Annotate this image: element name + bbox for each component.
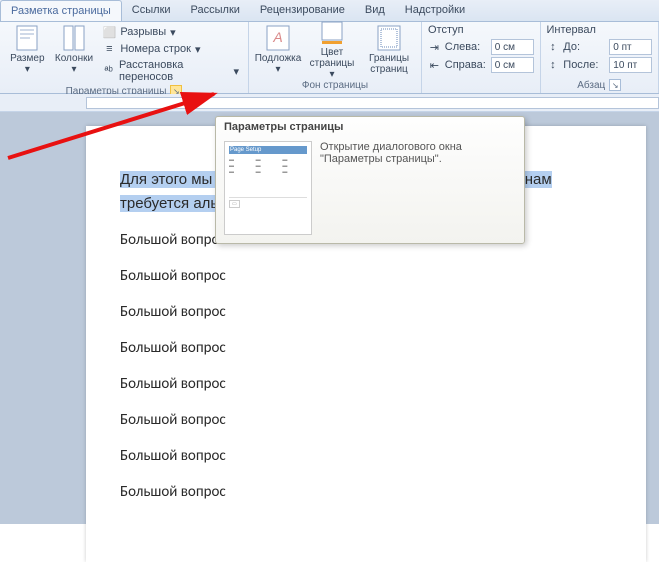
page-borders-label: Границы страниц xyxy=(365,53,413,75)
text-line[interactable]: Большой вопрос xyxy=(120,302,612,322)
paragraph-group-title: Абзац xyxy=(577,80,605,91)
breaks-button[interactable]: ⬜ Разрывы ▾ xyxy=(99,24,242,40)
line-numbers-button[interactable]: ≡ Номера строк ▾ xyxy=(99,41,242,57)
indent-left-input[interactable]: 0 см xyxy=(491,39,534,55)
indent-title: Отступ xyxy=(428,24,534,36)
size-icon xyxy=(11,25,43,51)
page-color-icon xyxy=(316,21,348,45)
page-color-button[interactable]: Цвет страницы ▾ xyxy=(305,24,359,76)
spacing-after-label: После: xyxy=(563,59,605,71)
columns-button[interactable]: Колонки▾ xyxy=(53,24,96,76)
spacing-before-label: До: xyxy=(563,41,605,53)
columns-icon xyxy=(58,25,90,51)
page-color-label: Цвет страницы xyxy=(310,47,355,69)
tab-addins[interactable]: Надстройки xyxy=(395,0,475,21)
text-line[interactable]: Большой вопрос xyxy=(120,266,612,286)
tab-page-layout[interactable]: Разметка страницы xyxy=(0,0,122,21)
hyphenation-icon: ªᵇ xyxy=(102,64,115,78)
text-line[interactable]: Большой вопрос xyxy=(120,338,612,358)
indent-left-label: Слева: xyxy=(445,41,487,53)
spacing-before-icon: ↕ xyxy=(547,40,560,54)
watermark-icon: A xyxy=(262,25,294,51)
watermark-label: Подложка xyxy=(255,53,302,64)
line-numbers-label: Номера строк xyxy=(120,43,191,55)
tab-references[interactable]: Ссылки xyxy=(122,0,181,21)
indent-right-label: Справа: xyxy=(445,59,487,71)
page-bg-group-title: Фон страницы xyxy=(302,80,368,91)
tab-view[interactable]: Вид xyxy=(355,0,395,21)
screentip-thumbnail: Page Setup ▬▬▬ ▬▬▬ ▬▬▬ ▭ xyxy=(224,141,312,235)
columns-label: Колонки xyxy=(55,53,93,64)
screentip-description: Открытие диалогового окна "Параметры стр… xyxy=(320,141,516,235)
group-spacing: Интервал ↕ До: 0 пт ↕ После: 10 пт Абзац… xyxy=(541,22,659,93)
spacing-after-icon: ↕ xyxy=(547,58,560,72)
horizontal-ruler[interactable] xyxy=(0,94,659,112)
indent-left-icon: ⇥ xyxy=(428,40,441,54)
text-line[interactable]: Большой вопрос xyxy=(120,410,612,430)
svg-text:A: A xyxy=(272,29,282,45)
size-button[interactable]: Размер▾ xyxy=(6,24,49,76)
spacing-before-input[interactable]: 0 пт xyxy=(609,39,652,55)
spacing-after-input[interactable]: 10 пт xyxy=(609,57,652,73)
watermark-button[interactable]: A Подложка▾ xyxy=(255,24,301,76)
group-indent: Отступ ⇥ Слева: 0 см ⇤ Справа: 0 см xyxy=(422,22,541,93)
paragraph-dialog-launcher[interactable]: ↘ xyxy=(609,79,621,91)
size-label: Размер xyxy=(10,53,44,64)
hyphenation-button[interactable]: ªᵇ Расстановка переносов ▾ xyxy=(99,58,242,84)
text-line[interactable]: Большой вопрос xyxy=(120,482,612,502)
text-line[interactable]: Большой вопрос xyxy=(120,374,612,394)
page-borders-button[interactable]: Границы страниц xyxy=(363,24,415,76)
tab-mailings[interactable]: Рассылки xyxy=(181,0,250,21)
group-page-background: A Подложка▾ Цвет страницы ▾ Границы стра… xyxy=(249,22,422,93)
line-numbers-icon: ≡ xyxy=(102,42,116,56)
tab-review[interactable]: Рецензирование xyxy=(250,0,355,21)
screentip-title: Параметры страницы xyxy=(216,117,524,135)
text-line[interactable]: Большой вопрос xyxy=(120,446,612,466)
ribbon-tabs: Разметка страницы Ссылки Рассылки Реценз… xyxy=(0,0,659,22)
ribbon: Размер▾ Колонки▾ ⬜ Разрывы ▾ ≡ Номера ст… xyxy=(0,22,659,94)
screentip: Параметры страницы Page Setup ▬▬▬ ▬▬▬ ▬▬… xyxy=(215,116,525,244)
indent-right-input[interactable]: 0 см xyxy=(491,57,534,73)
breaks-icon: ⬜ xyxy=(102,25,116,39)
indent-right-icon: ⇤ xyxy=(428,58,441,72)
hyphenation-label: Расстановка переносов xyxy=(119,59,229,83)
spacing-title: Интервал xyxy=(547,24,653,36)
group-page-setup: Размер▾ Колонки▾ ⬜ Разрывы ▾ ≡ Номера ст… xyxy=(0,22,249,93)
page-borders-icon xyxy=(373,25,405,51)
breaks-label: Разрывы xyxy=(120,26,166,38)
